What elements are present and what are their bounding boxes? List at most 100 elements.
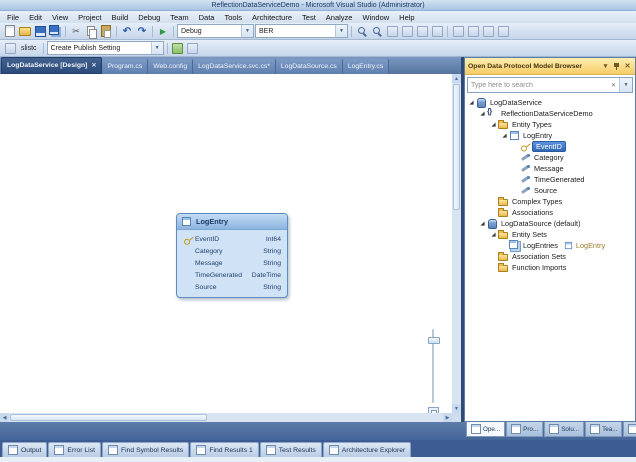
- undo-icon[interactable]: [120, 25, 134, 38]
- publish-toolbar-icon[interactable]: [3, 42, 17, 55]
- debug-config-dropdown[interactable]: Debug ▼: [177, 24, 254, 38]
- tree-item[interactable]: TimeGenerated: [465, 174, 635, 185]
- document-tab[interactable]: LogDataService.svc.cs*: [193, 59, 276, 74]
- generic-6-icon[interactable]: [466, 25, 480, 38]
- tree-item[interactable]: EventID: [465, 141, 635, 152]
- window-position-icon[interactable]: ▾: [601, 62, 610, 70]
- save-icon[interactable]: [33, 25, 47, 38]
- chevron-down-icon[interactable]: ▼: [619, 78, 632, 92]
- entity-property-row[interactable]: MessageString: [177, 257, 287, 269]
- close-icon[interactable]: ✕: [623, 62, 632, 70]
- panel-tab[interactable]: Solu...: [544, 422, 584, 437]
- document-tab[interactable]: LogDataService [Design]✕: [1, 57, 102, 74]
- tree-item[interactable]: ◢Entity Sets: [465, 229, 635, 240]
- entity-card[interactable]: LogEntry EventIDInt64CategoryStringMessa…: [176, 213, 288, 298]
- copy-icon[interactable]: [84, 25, 98, 38]
- panel-tab[interactable]: Tea...: [585, 422, 622, 437]
- tree-item[interactable]: Category: [465, 152, 635, 163]
- entity-property-row[interactable]: SourceString: [177, 281, 287, 293]
- zoom-slider[interactable]: [428, 329, 439, 421]
- publish-icon[interactable]: [171, 42, 185, 55]
- entity-property-row[interactable]: TimeGeneratedDateTime: [177, 269, 287, 281]
- start-debug-icon[interactable]: [156, 25, 170, 38]
- tree-item[interactable]: Source: [465, 185, 635, 196]
- panel-tab[interactable]: Pro...: [506, 422, 543, 437]
- chevron-down-icon[interactable]: ▼: [151, 42, 163, 54]
- vertical-scrollbar-thumb[interactable]: [453, 84, 460, 210]
- document-tab[interactable]: Program.cs: [102, 59, 148, 74]
- scroll-left-icon[interactable]: ◀: [0, 413, 9, 422]
- find-in-files-icon[interactable]: [370, 25, 384, 38]
- vertical-scrollbar[interactable]: ▲ ▼: [452, 74, 461, 413]
- tree-item[interactable]: ◢Entity Types: [465, 119, 635, 130]
- entity-property-row[interactable]: EventIDInt64: [177, 233, 287, 245]
- menu-file[interactable]: File: [2, 13, 24, 22]
- panel-tab[interactable]: Ope...: [466, 422, 505, 437]
- generic-1-icon[interactable]: [385, 25, 399, 38]
- generic-9-icon[interactable]: [186, 42, 200, 55]
- menu-window[interactable]: Window: [357, 13, 394, 22]
- document-tab[interactable]: LogDataSource.cs: [276, 59, 343, 74]
- menu-tools[interactable]: Tools: [219, 13, 247, 22]
- open-folder-icon[interactable]: [18, 25, 32, 38]
- tree-item[interactable]: Associations: [465, 207, 635, 218]
- bottom-tab[interactable]: Find Results 1: [190, 442, 258, 457]
- generic-5-icon[interactable]: [451, 25, 465, 38]
- scroll-up-icon[interactable]: ▲: [452, 74, 461, 83]
- tree-item[interactable]: ◢LogDataSource (default): [465, 218, 635, 229]
- generic-7-icon[interactable]: [481, 25, 495, 38]
- menu-edit[interactable]: Edit: [24, 13, 47, 22]
- document-tab[interactable]: LogEntry.cs: [343, 59, 389, 74]
- generic-3-icon[interactable]: [415, 25, 429, 38]
- search-input[interactable]: [468, 78, 608, 92]
- panel-tab[interactable]: Test...: [623, 422, 636, 437]
- tree-item[interactable]: Message: [465, 163, 635, 174]
- tree-item[interactable]: Complex Types: [465, 196, 635, 207]
- zoom-slider-thumb[interactable]: [428, 337, 440, 344]
- menu-analyze[interactable]: Analyze: [321, 13, 358, 22]
- horizontal-scrollbar-thumb[interactable]: [10, 414, 207, 421]
- menu-debug[interactable]: Debug: [133, 13, 165, 22]
- solution-config-dropdown[interactable]: BER ▼: [255, 24, 348, 38]
- generic-4-icon[interactable]: [430, 25, 444, 38]
- scroll-right-icon[interactable]: ▶: [443, 413, 452, 422]
- tree-item[interactable]: ◢ReflectionDataServiceDemo: [465, 108, 635, 119]
- menu-help[interactable]: Help: [394, 13, 419, 22]
- publish-profile-dropdown[interactable]: Create Publish Setting ▼: [47, 41, 164, 55]
- menu-project[interactable]: Project: [73, 13, 106, 22]
- horizontal-scrollbar[interactable]: ◀ ▶: [0, 413, 452, 422]
- save-all-icon[interactable]: [48, 25, 62, 38]
- new-file-icon[interactable]: [3, 25, 17, 38]
- bottom-tab[interactable]: Output: [2, 442, 47, 457]
- pin-icon[interactable]: [613, 62, 620, 71]
- tree-item[interactable]: ◢LogEntry: [465, 130, 635, 141]
- bottom-tab[interactable]: Error List: [48, 442, 101, 457]
- find-icon[interactable]: [355, 25, 369, 38]
- document-tab[interactable]: Web.config: [148, 59, 193, 74]
- menu-view[interactable]: View: [47, 13, 73, 22]
- entity-property-row[interactable]: CategoryString: [177, 245, 287, 257]
- title-bar[interactable]: ReflectionDataServiceDemo - Microsoft Vi…: [0, 0, 636, 11]
- bottom-tab[interactable]: Test Results: [260, 442, 322, 457]
- menu-build[interactable]: Build: [107, 13, 134, 22]
- generic-8-icon[interactable]: [496, 25, 510, 38]
- tree-item[interactable]: LogEntriesLogEntry: [465, 240, 635, 251]
- scroll-down-icon[interactable]: ▼: [452, 404, 461, 413]
- clear-search-icon[interactable]: ✕: [608, 78, 619, 92]
- search-box[interactable]: ✕ ▼: [467, 77, 633, 93]
- tab-close-icon[interactable]: ✕: [91, 62, 96, 69]
- generic-2-icon[interactable]: [400, 25, 414, 38]
- menu-test[interactable]: Test: [297, 13, 321, 22]
- bottom-tab[interactable]: Architecture Explorer: [323, 442, 411, 457]
- tree-item[interactable]: Function Imports: [465, 262, 635, 273]
- model-browser-header[interactable]: Open Data Protocol Model Browser ▾ ✕: [465, 58, 635, 75]
- paste-icon[interactable]: [99, 25, 113, 38]
- cut-icon[interactable]: [69, 25, 83, 38]
- menu-team[interactable]: Team: [165, 13, 193, 22]
- design-surface[interactable]: LogEntry EventIDInt64CategoryStringMessa…: [0, 74, 461, 422]
- chevron-down-icon[interactable]: ▼: [335, 25, 347, 37]
- menu-data[interactable]: Data: [194, 13, 220, 22]
- entity-header[interactable]: LogEntry: [177, 214, 287, 230]
- chevron-down-icon[interactable]: ▼: [241, 25, 253, 37]
- menu-architecture[interactable]: Architecture: [247, 13, 297, 22]
